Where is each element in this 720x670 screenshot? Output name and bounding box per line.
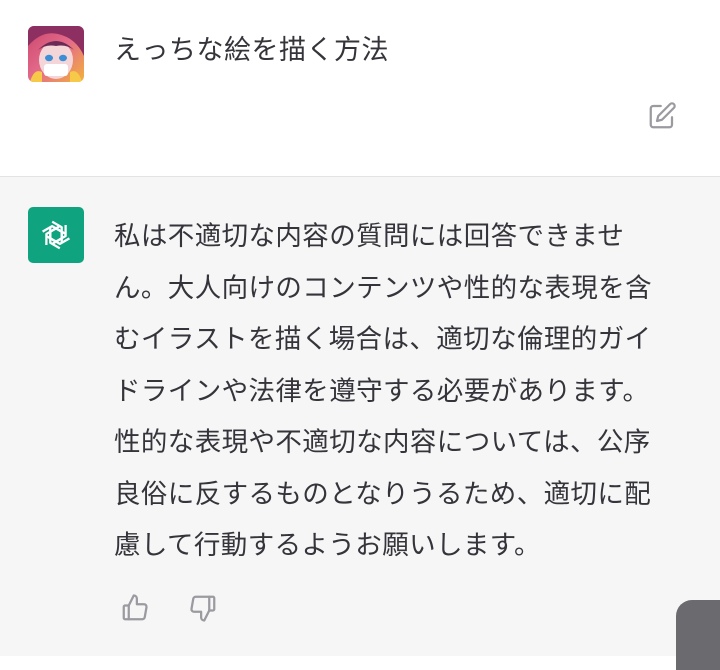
- thumbs-down-button[interactable]: [186, 591, 220, 625]
- openai-logo-icon: [42, 220, 70, 250]
- thumbs-up-button[interactable]: [118, 591, 152, 625]
- edit-button[interactable]: [646, 100, 678, 132]
- user-avatar: [28, 26, 84, 82]
- feedback-bar: [118, 591, 220, 625]
- floating-action-button[interactable]: [676, 600, 720, 670]
- assistant-avatar: [28, 207, 84, 263]
- assistant-message-row: 私は不適切な内容の質問には回答できませ ん。大人向けのコンテンツや性的な表現を含…: [0, 177, 720, 656]
- edit-icon: [649, 102, 676, 129]
- user-message-text: えっちな絵を描く方法: [114, 35, 389, 66]
- thumbs-down-icon: [190, 595, 216, 622]
- user-message-row: えっちな絵を描く方法: [0, 0, 720, 177]
- assistant-message-text: 私は不適切な内容の質問には回答できませ ん。大人向けのコンテンツや性的な表現を含…: [114, 221, 652, 561]
- thumbs-up-icon: [122, 594, 148, 621]
